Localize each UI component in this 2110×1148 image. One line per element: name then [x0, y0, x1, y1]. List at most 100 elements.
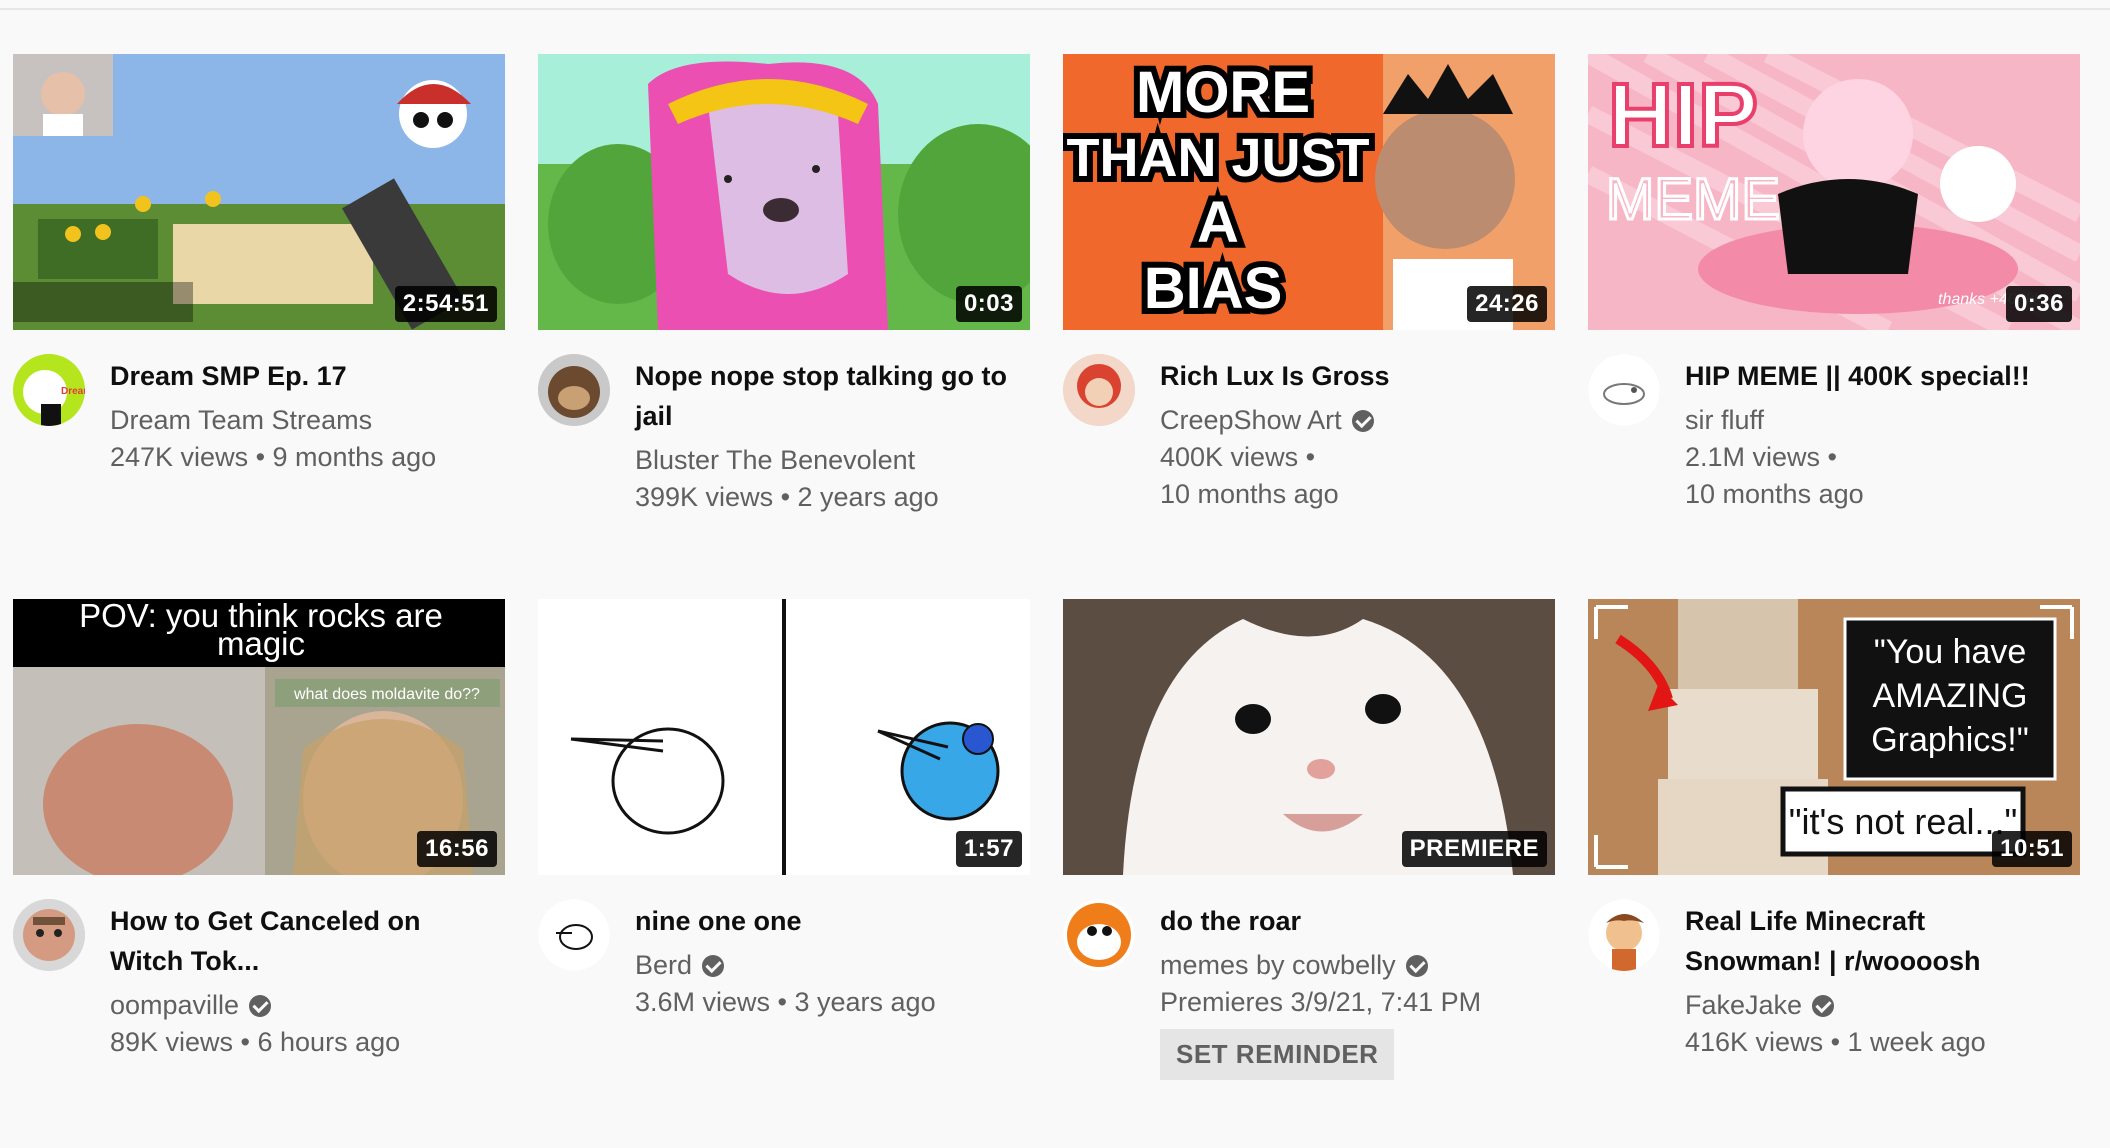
video-stats: 399K views • 2 years ago: [635, 482, 939, 512]
channel-name-text[interactable]: FakeJake: [1685, 987, 1802, 1024]
video-title[interactable]: Nope nope stop talking go to jail: [635, 356, 1015, 436]
video-duration: 10:51: [1992, 831, 2072, 867]
video-thumbnail[interactable]: PREMIERE: [1063, 599, 1555, 875]
video-thumbnail[interactable]: HIP MEME thanks +400k! 0:36: [1588, 54, 2080, 330]
video-card[interactable]: 2:54:51 Dream Dream SMP Ep. 17 Dream Tea…: [13, 54, 505, 584]
fakejake-avatar-icon: [1588, 899, 1660, 971]
video-stats: 3.6M views • 3 years ago: [635, 987, 936, 1017]
channel-name[interactable]: Berd: [635, 947, 1015, 984]
verified-icon: [249, 994, 272, 1017]
video-duration: 0:36: [2005, 286, 2072, 322]
channel-name-text[interactable]: memes by cowbelly: [1160, 947, 1396, 984]
thumb-overlay-text: THAN JUST: [1066, 128, 1369, 188]
video-card[interactable]: 1:57 nine one one Berd 3.6M views • 3 ye…: [538, 599, 1030, 1129]
thumb-overlay-text: A: [1197, 190, 1239, 255]
video-card[interactable]: POV: you think rocks are magic what does…: [13, 599, 505, 1129]
dream-avatar-icon: Dream: [13, 354, 85, 426]
video-meta: Rich Lux Is Gross CreepShow Art 400K vie…: [1160, 354, 1540, 513]
thumb-overlay-text: "You have: [1874, 633, 2027, 671]
channel-avatar[interactable]: Dream: [13, 354, 85, 426]
video-details: Rich Lux Is Gross CreepShow Art 400K vie…: [1063, 354, 1555, 584]
video-thumbnail[interactable]: 2:54:51: [13, 54, 505, 330]
video-title[interactable]: Dream SMP Ep. 17: [110, 356, 490, 396]
video-stats: 89K views • 6 hours ago: [110, 1027, 401, 1057]
channel-avatar[interactable]: [1063, 899, 1135, 971]
video-meta: Real Life Minecraft Snowman! | r/woooosh…: [1685, 899, 2065, 1061]
thumb-overlay-small-text: "it's not real...": [1789, 801, 2018, 842]
video-duration: 16:56: [417, 831, 497, 867]
oompaville-avatar-icon: [13, 899, 85, 971]
video-meta: do the roar memes by cowbelly Premieres …: [1160, 899, 1540, 1080]
video-stats-line-2: 10 months ago: [1685, 479, 1864, 509]
thumb-overlay-text: MEME: [1606, 167, 1780, 232]
video-duration: 2:54:51: [394, 286, 497, 322]
video-details: Real Life Minecraft Snowman! | r/woooosh…: [1588, 899, 2080, 1129]
video-thumbnail[interactable]: POV: you think rocks are magic what does…: [13, 599, 505, 875]
channel-avatar[interactable]: [1588, 354, 1660, 426]
video-thumbnail[interactable]: 1:57: [538, 599, 1030, 875]
channel-avatar[interactable]: [1588, 899, 1660, 971]
video-duration: 24:26: [1467, 286, 1547, 322]
thumb-overlay-text: BIAS: [1144, 256, 1283, 321]
video-thumbnail[interactable]: 0:03: [538, 54, 1030, 330]
channel-name-text[interactable]: Dream Team Streams: [110, 402, 372, 439]
video-duration: 0:03: [955, 286, 1022, 322]
channel-name[interactable]: FakeJake: [1685, 987, 2065, 1024]
video-title[interactable]: Rich Lux Is Gross: [1160, 356, 1540, 396]
thumb-overlay-text: MORE: [1136, 60, 1310, 125]
video-stats: 247K views • 9 months ago: [110, 442, 437, 472]
verified-icon: [702, 954, 725, 977]
channel-avatar[interactable]: [1063, 354, 1135, 426]
video-stats: 416K views • 1 week ago: [1685, 1027, 1986, 1057]
channel-avatar[interactable]: [538, 354, 610, 426]
verified-icon: [1351, 409, 1374, 432]
video-card[interactable]: MORE THAN JUST A BIAS 24:26 Rich Lux Is …: [1063, 54, 1555, 584]
thumb-overlay-text: HIP: [1608, 66, 1758, 166]
channel-name[interactable]: oompaville: [110, 987, 490, 1024]
channel-name-text[interactable]: CreepShow Art: [1160, 402, 1342, 439]
video-card[interactable]: "You have AMAZING Graphics!" "it's not r…: [1588, 599, 2080, 1129]
avatar-text: Dream: [61, 386, 85, 397]
video-duration: 1:57: [955, 831, 1022, 867]
video-meta: How to Get Canceled on Witch Tok... oomp…: [110, 899, 490, 1061]
video-thumbnail[interactable]: MORE THAN JUST A BIAS 24:26: [1063, 54, 1555, 330]
channel-name-text[interactable]: Bluster The Benevolent: [635, 442, 915, 479]
video-title[interactable]: nine one one: [635, 901, 1015, 941]
video-stats: 2.1M views •: [1685, 442, 1837, 472]
video-card[interactable]: PREMIERE do the roar memes by cowbelly P…: [1063, 599, 1555, 1129]
channel-name-text[interactable]: sir fluff: [1685, 402, 1764, 439]
video-meta: Dream SMP Ep. 17 Dream Team Streams 247K…: [110, 354, 490, 476]
video-title[interactable]: HIP MEME || 400K special!!: [1685, 356, 2065, 396]
video-details: nine one one Berd 3.6M views • 3 years a…: [538, 899, 1030, 1129]
video-meta: HIP MEME || 400K special!! sir fluff 2.1…: [1685, 354, 2065, 513]
channel-avatar[interactable]: [13, 899, 85, 971]
channel-name[interactable]: Bluster The Benevolent: [635, 442, 1015, 479]
video-thumbnail[interactable]: "You have AMAZING Graphics!" "it's not r…: [1588, 599, 2080, 875]
video-title[interactable]: How to Get Canceled on Witch Tok...: [110, 901, 490, 981]
set-reminder-button[interactable]: SET REMINDER: [1160, 1029, 1395, 1080]
channel-name-text[interactable]: Berd: [635, 947, 692, 984]
channel-avatar[interactable]: [538, 899, 610, 971]
berd-avatar-icon: [538, 899, 610, 971]
channel-name[interactable]: Dream Team Streams: [110, 402, 490, 439]
monkey-avatar-icon: [538, 354, 610, 426]
video-details: do the roar memes by cowbelly Premieres …: [1063, 899, 1555, 1129]
video-meta: nine one one Berd 3.6M views • 3 years a…: [635, 899, 1015, 1021]
video-title[interactable]: do the roar: [1160, 901, 1540, 941]
video-card[interactable]: 0:03 Nope nope stop talking go to jail B…: [538, 54, 1030, 584]
video-stats-line-2: 10 months ago: [1160, 479, 1339, 509]
video-details: HIP MEME || 400K special!! sir fluff 2.1…: [1588, 354, 2080, 584]
channel-name[interactable]: sir fluff: [1685, 402, 2065, 439]
art-avatar-icon: [1063, 354, 1135, 426]
verified-icon: [1812, 994, 1835, 1017]
video-meta: Nope nope stop talking go to jail Bluste…: [635, 354, 1015, 516]
premiere-badge: PREMIERE: [1401, 831, 1547, 867]
channel-name[interactable]: CreepShow Art: [1160, 402, 1540, 439]
verified-icon: [1405, 954, 1428, 977]
video-card[interactable]: HIP MEME thanks +400k! 0:36 HIP MEME || …: [1588, 54, 2080, 584]
thumb-overlay-small-text: what does moldavite do??: [293, 686, 480, 703]
channel-name[interactable]: memes by cowbelly: [1160, 947, 1540, 984]
channel-name-text[interactable]: oompaville: [110, 987, 239, 1024]
video-details: Dream Dream SMP Ep. 17 Dream Team Stream…: [13, 354, 505, 584]
video-title[interactable]: Real Life Minecraft Snowman! | r/woooosh: [1685, 901, 2065, 981]
